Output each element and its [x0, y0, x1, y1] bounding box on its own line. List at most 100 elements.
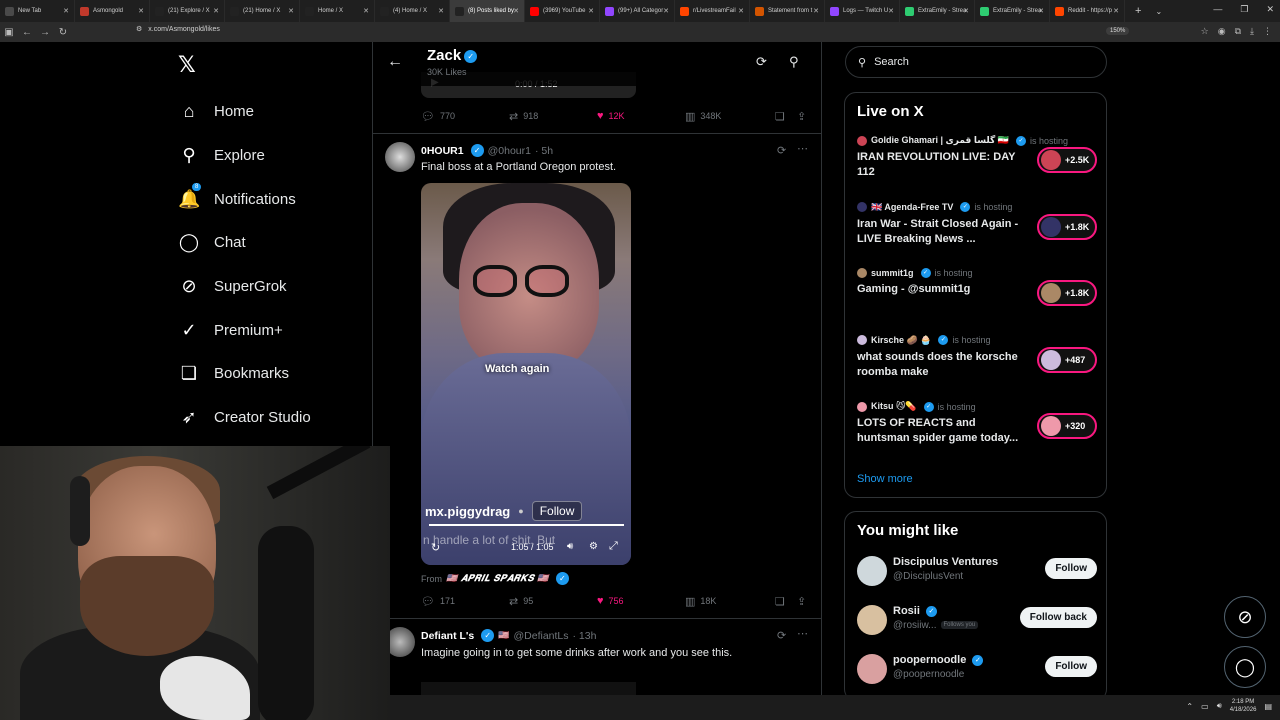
host-name[interactable]: Kirsche 🥔 🧁	[871, 335, 931, 346]
reload-button[interactable]: ↻	[54, 27, 72, 38]
host-name[interactable]: summit1g	[871, 268, 914, 278]
live-item[interactable]: summit1g ✓ is hosting Gaming - @summit1g +1.…	[857, 268, 1097, 306]
live-title[interactable]: Gaming - @summit1g	[857, 282, 1027, 297]
nav-item-home[interactable]: ⌂ Home	[178, 90, 311, 134]
tab-close-icon[interactable]: ✕	[363, 7, 369, 15]
search-input[interactable]	[874, 56, 1075, 68]
minimize-button[interactable]: —	[1213, 4, 1222, 15]
author-name[interactable]: Defiant L's	[421, 630, 474, 642]
browser-tab[interactable]: Asmongold ✕	[75, 0, 150, 22]
tab-close-icon[interactable]: ✕	[213, 7, 219, 15]
browser-tab[interactable]: Statement from t ✕	[750, 0, 825, 22]
browser-tab[interactable]: (8) Posts liked by ✕	[450, 0, 525, 22]
more-icon[interactable]: ⋯	[797, 142, 808, 155]
follow-button[interactable]: Follow	[1045, 558, 1097, 579]
close-window-button[interactable]: ✕	[1266, 4, 1274, 15]
tab-close-icon[interactable]: ✕	[888, 7, 894, 15]
tray-chevron-icon[interactable]: ⌃	[1186, 702, 1193, 711]
browser-tab[interactable]: New Tab ✕	[0, 0, 75, 22]
share-button[interactable]: ⇪	[797, 595, 806, 608]
follow-button[interactable]: Follow back	[1019, 607, 1097, 628]
search-icon[interactable]: ⚲	[789, 54, 799, 70]
nav-item-chat[interactable]: ◯ Chat	[178, 221, 311, 265]
tab-close-icon[interactable]: ✕	[138, 7, 144, 15]
search-box[interactable]: ⚲	[845, 46, 1107, 78]
nav-item-premium[interactable]: ✓ Premium+	[178, 308, 311, 352]
suggestion-name[interactable]: Rosii ✓	[893, 605, 937, 617]
back-arrow-icon[interactable]: ←	[387, 53, 403, 71]
live-title[interactable]: Iran War - Strait Closed Again - LIVE Br…	[857, 217, 1027, 247]
bookmark-button[interactable]: ❏	[775, 110, 785, 123]
live-title[interactable]: IRAN REVOLUTION LIVE: DAY 112	[857, 150, 1027, 180]
url-bar[interactable]: ⚙ x.com/Asmongold/likes	[136, 25, 220, 34]
like-button[interactable]: ♥ 12K	[597, 110, 625, 122]
live-title[interactable]: what sounds does the korsche roomba make	[857, 350, 1027, 380]
author-name[interactable]: 0HOUR1	[421, 145, 464, 157]
tweet-time[interactable]: · 5h	[535, 145, 553, 157]
views-button[interactable]: ▥ 348K	[685, 110, 721, 123]
fullscreen-icon[interactable]: ⤢	[609, 540, 618, 553]
nav-item-creator-studio[interactable]: ➶ Creator Studio	[178, 396, 310, 440]
browser-tab[interactable]: r/LivestreamFail ✕	[675, 0, 750, 22]
tweet-video[interactable]: Watch again mx.piggydrag ● Follow n hand…	[421, 183, 631, 565]
site-info-icon[interactable]: ⚙	[136, 25, 142, 33]
profile-icon[interactable]: ◉	[1218, 26, 1226, 37]
bookmark-star-icon[interactable]: ☆	[1201, 26, 1209, 37]
grok-refresh-icon[interactable]: ⟳	[756, 54, 767, 70]
browser-tab[interactable]: (99+) All Categor ✕	[600, 0, 675, 22]
show-more-link[interactable]: Show more	[857, 473, 913, 485]
live-item[interactable]: Kirsche 🥔 🧁 ✓ is hosting what sounds does t…	[857, 335, 1097, 380]
browser-tab[interactable]: (21) Home / X ✕	[225, 0, 300, 22]
suggestion-item[interactable]: Discipulus Ventures @DisciplusVent Follow	[857, 554, 1097, 590]
volume-icon[interactable]: 🔊︎	[567, 541, 573, 552]
from-name[interactable]: 🇺🇸 𝑨𝑷𝑹𝑰𝑳 𝑺𝑷𝑨𝑹𝑲𝑺 🇺🇸	[446, 573, 549, 584]
suggestion-name[interactable]: poopernoodle ✓	[893, 654, 984, 666]
avatar[interactable]	[857, 556, 887, 586]
volume-icon[interactable]: 🔊︎	[1217, 701, 1222, 711]
avatar[interactable]	[385, 142, 415, 172]
browser-tab[interactable]: (4) Home / X ✕	[375, 0, 450, 22]
network-icon[interactable]: ▭	[1201, 702, 1209, 711]
tab-close-icon[interactable]: ✕	[438, 7, 444, 15]
live-listener-pill[interactable]: +1.8K	[1037, 280, 1097, 306]
browser-tab[interactable]: Home / X ✕	[300, 0, 375, 22]
watch-again-button[interactable]: Watch again	[485, 363, 549, 375]
back-button[interactable]: ←	[18, 27, 36, 38]
avatar[interactable]	[857, 605, 887, 635]
bookmark-button[interactable]: ❏	[775, 595, 785, 608]
reply-button[interactable]: 💬︎ 171	[421, 595, 455, 608]
live-title[interactable]: LOTS OF REACTS and huntsman spider game …	[857, 416, 1027, 446]
settings-icon[interactable]: ⚙	[589, 541, 598, 552]
tab-close-icon[interactable]: ✕	[63, 7, 69, 15]
share-button[interactable]: ⇪	[797, 110, 806, 123]
author-handle[interactable]: @0hour1	[488, 145, 531, 157]
nav-item-supergrok[interactable]: ⊘ SuperGrok	[178, 265, 311, 309]
live-item[interactable]: Goldie Ghamari | گلسا قمری 🇮🇷 ✓ is hosting…	[857, 135, 1097, 180]
host-name[interactable]: Kitsu 😼💊	[871, 401, 917, 412]
tweet-time[interactable]: · 13h	[573, 630, 597, 642]
tab-close-icon[interactable]: ✕	[588, 7, 594, 15]
x-logo[interactable]: 𝕏	[178, 52, 196, 78]
nav-item-bookmarks[interactable]: ❏ Bookmarks	[178, 352, 311, 396]
forward-button[interactable]: →	[36, 27, 54, 38]
maximize-button[interactable]: ❐	[1240, 4, 1248, 15]
replay-icon[interactable]: ↻	[431, 541, 440, 554]
host-name[interactable]: 🇬🇧 Agenda-Free TV	[871, 202, 953, 213]
more-icon[interactable]: ⋯	[797, 627, 808, 640]
chat-fab-icon[interactable]: ◯	[1224, 646, 1266, 688]
browser-tab[interactable]: ExtraEmily - Strea ✕	[975, 0, 1050, 22]
grok-icon[interactable]: ⟳	[777, 629, 786, 642]
live-listener-pill[interactable]: +320	[1037, 413, 1097, 439]
author-handle[interactable]: @DefiantLs	[513, 630, 568, 642]
like-button[interactable]: ♥ 756	[597, 595, 624, 607]
host-name[interactable]: Goldie Ghamari | گلسا قمری 🇮🇷	[871, 135, 1009, 146]
tab-close-icon[interactable]: ✕	[813, 7, 819, 15]
browser-tab[interactable]: Reddit - https://p ✕	[1050, 0, 1125, 22]
video-progress-bar[interactable]	[429, 524, 624, 526]
grok-fab-icon[interactable]: ⊘	[1224, 596, 1266, 638]
video-follow-button[interactable]: Follow	[531, 501, 583, 521]
tab-close-icon[interactable]: ✕	[663, 7, 669, 15]
new-tab-button[interactable]: +	[1135, 5, 1141, 17]
tab-close-icon[interactable]: ✕	[513, 7, 519, 15]
tab-list-button[interactable]: ⌄	[1155, 7, 1162, 16]
